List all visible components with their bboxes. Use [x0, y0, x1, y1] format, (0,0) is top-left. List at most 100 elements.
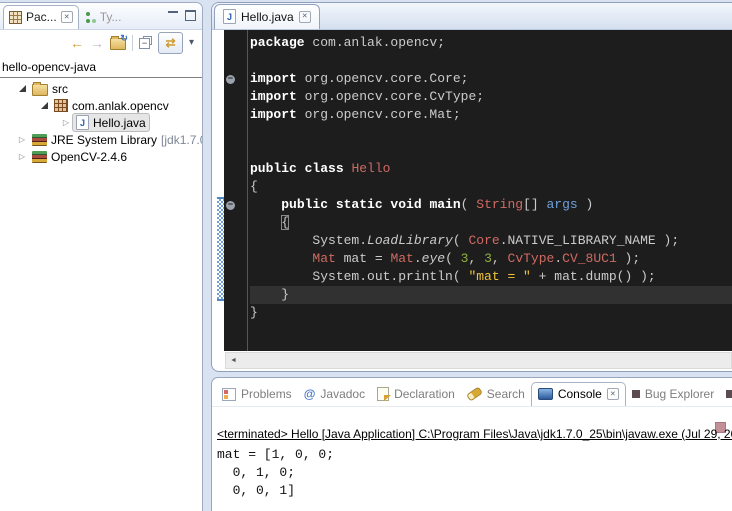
expand-arrow-icon[interactable]: ▷	[16, 152, 28, 161]
console-output-line: 0, 1, 0;	[217, 464, 732, 482]
tab-label: Ty...	[100, 10, 122, 24]
java-file-icon	[76, 115, 89, 130]
expand-arrow-icon[interactable]: ▷	[16, 135, 28, 144]
expand-arrow-icon[interactable]: ▷	[60, 118, 72, 127]
code-line[interactable]: System.LoadLibrary( Core.NATIVE_LIBRARY_…	[224, 232, 732, 250]
maximize-view-button[interactable]	[185, 10, 196, 21]
tab-label: Problems	[241, 387, 292, 401]
code-area: package com.anlak.opencv; import org.open…	[224, 30, 732, 351]
minimize-view-button[interactable]	[168, 11, 178, 20]
tab-label: Declaration	[394, 387, 455, 401]
gutter	[224, 286, 250, 304]
tab-search[interactable]: Search	[461, 383, 531, 406]
view-menu-button[interactable]	[189, 37, 194, 48]
gutter	[224, 214, 250, 232]
editor-hscrollbar[interactable]	[225, 352, 732, 369]
tree-item-src[interactable]: src	[0, 80, 202, 97]
gutter	[224, 232, 250, 250]
gutter	[224, 106, 250, 124]
tab-hello-java[interactable]: Hello.java	[214, 4, 320, 29]
code-line[interactable]: import org.opencv.core.CvType;	[224, 88, 732, 106]
gutter	[224, 70, 250, 88]
console-output: mat = [1, 0, 0; 0, 1, 0; 0, 0, 1]	[217, 446, 732, 500]
tree-item-com-anlak-opencv[interactable]: com.anlak.opencv	[0, 97, 202, 114]
tree-item-opencv-2-4-6[interactable]: ▷ OpenCV-2.4.6	[0, 148, 202, 165]
tab-label: Bug Explorer	[645, 387, 714, 401]
code-line[interactable]: public static void main( String[] args )	[224, 196, 732, 214]
tree-item-hello-opencv-java[interactable]: hello-opencv-java	[0, 58, 202, 78]
console-title: <terminated> Hello [Java Application] C:…	[217, 427, 732, 441]
tab-label: Console	[558, 387, 602, 401]
up-button[interactable]	[110, 38, 126, 50]
fold-collapse-icon[interactable]	[226, 75, 235, 84]
package-icon	[54, 99, 68, 112]
library-icon	[32, 134, 47, 146]
gutter	[224, 268, 250, 286]
javadoc-icon	[304, 388, 316, 400]
code-line[interactable]: import org.opencv.core.Mat;	[224, 106, 732, 124]
gutter	[224, 160, 250, 178]
search-icon	[466, 386, 483, 401]
console-output-line: mat = [1, 0, 0;	[217, 446, 732, 464]
code-line[interactable]	[224, 52, 732, 70]
tree-item-label: OpenCV-2.4.6	[51, 150, 127, 164]
code-line[interactable]	[224, 124, 732, 142]
tab-problems[interactable]: Problems	[216, 383, 298, 406]
tab-pac[interactable]: Pac...	[3, 5, 79, 29]
code-editor[interactable]: package com.anlak.opencv; import org.open…	[224, 30, 732, 351]
tree-item-jre-system-library[interactable]: ▷JRE System Library[jdk1.7.0	[0, 131, 202, 148]
code-line[interactable]: }	[224, 286, 732, 304]
tab-label: Search	[487, 387, 525, 401]
code-line[interactable]: System.out.println( "mat = " + mat.dump(…	[224, 268, 732, 286]
explorer-tabbar: Pac... Ty...	[0, 3, 202, 30]
tab-javadoc[interactable]: Javadoc	[298, 383, 371, 406]
gutter	[224, 88, 250, 106]
tree-item-label: com.anlak.opencv	[72, 99, 169, 113]
link-with-editor-button[interactable]	[158, 32, 183, 54]
tab-label: Javadoc	[320, 387, 365, 401]
gutter	[224, 52, 250, 70]
tree-item-decorator: [jdk1.7.0	[161, 133, 203, 147]
gutter	[224, 250, 250, 268]
tree-item-label: src	[52, 82, 68, 96]
code-line[interactable]: import org.opencv.core.Core;	[224, 70, 732, 88]
back-button[interactable]: ←	[70, 35, 84, 51]
code-line[interactable]: Mat mat = Mat.eye( 3, 3, CvType.CV_8UC1 …	[224, 250, 732, 268]
close-icon[interactable]	[299, 11, 311, 23]
console-panel: Problems Javadoc Declaration Search Console B…	[211, 377, 732, 511]
tree-item-content: OpenCV-2.4.6	[28, 148, 131, 166]
code-line[interactable]: {	[224, 214, 732, 232]
gutter	[224, 142, 250, 160]
code-line[interactable]: package com.anlak.opencv;	[224, 34, 732, 52]
tab-bug[interactable]: Bug	[720, 383, 732, 406]
tree-item-content: src	[28, 80, 72, 98]
tab-ty[interactable]: Ty...	[79, 6, 127, 29]
tree-item-content: Hello.java	[72, 113, 150, 132]
tree-item-hello-java[interactable]: ▷ Hello.java	[0, 114, 202, 131]
gutter	[224, 196, 250, 214]
tree-item-label: Hello.java	[93, 116, 146, 130]
collapse-arrow-icon[interactable]	[16, 85, 28, 92]
tab-console[interactable]: Console	[531, 382, 626, 406]
code-line[interactable]: {	[224, 178, 732, 196]
collapse-all-button[interactable]	[139, 36, 152, 49]
close-icon[interactable]	[61, 11, 73, 23]
close-icon[interactable]	[607, 388, 619, 400]
package-explorer-panel: Pac... Ty... ← → hello-opencv-java src com.…	[0, 2, 203, 511]
problems-icon	[222, 388, 236, 401]
editor-tabbar: Hello.java	[212, 3, 732, 30]
code-line[interactable]: public class Hello	[224, 160, 732, 178]
gutter	[224, 178, 250, 196]
code-line[interactable]	[224, 142, 732, 160]
tree-item-content: JRE System Library[jdk1.7.0	[28, 131, 203, 149]
tab-bug-explorer[interactable]: Bug Explorer	[626, 383, 720, 406]
forward-button[interactable]: →	[90, 35, 104, 51]
eclipse-workbench: Pac... Ty... ← → hello-opencv-java src com.…	[0, 0, 732, 511]
folder-icon	[32, 84, 48, 96]
tab-declaration[interactable]: Declaration	[371, 383, 461, 406]
editor-range-indicator	[217, 197, 224, 301]
code-line[interactable]: }	[224, 304, 732, 322]
collapse-arrow-icon[interactable]	[38, 102, 50, 109]
fold-collapse-icon[interactable]	[226, 201, 235, 210]
gutter	[224, 124, 250, 142]
